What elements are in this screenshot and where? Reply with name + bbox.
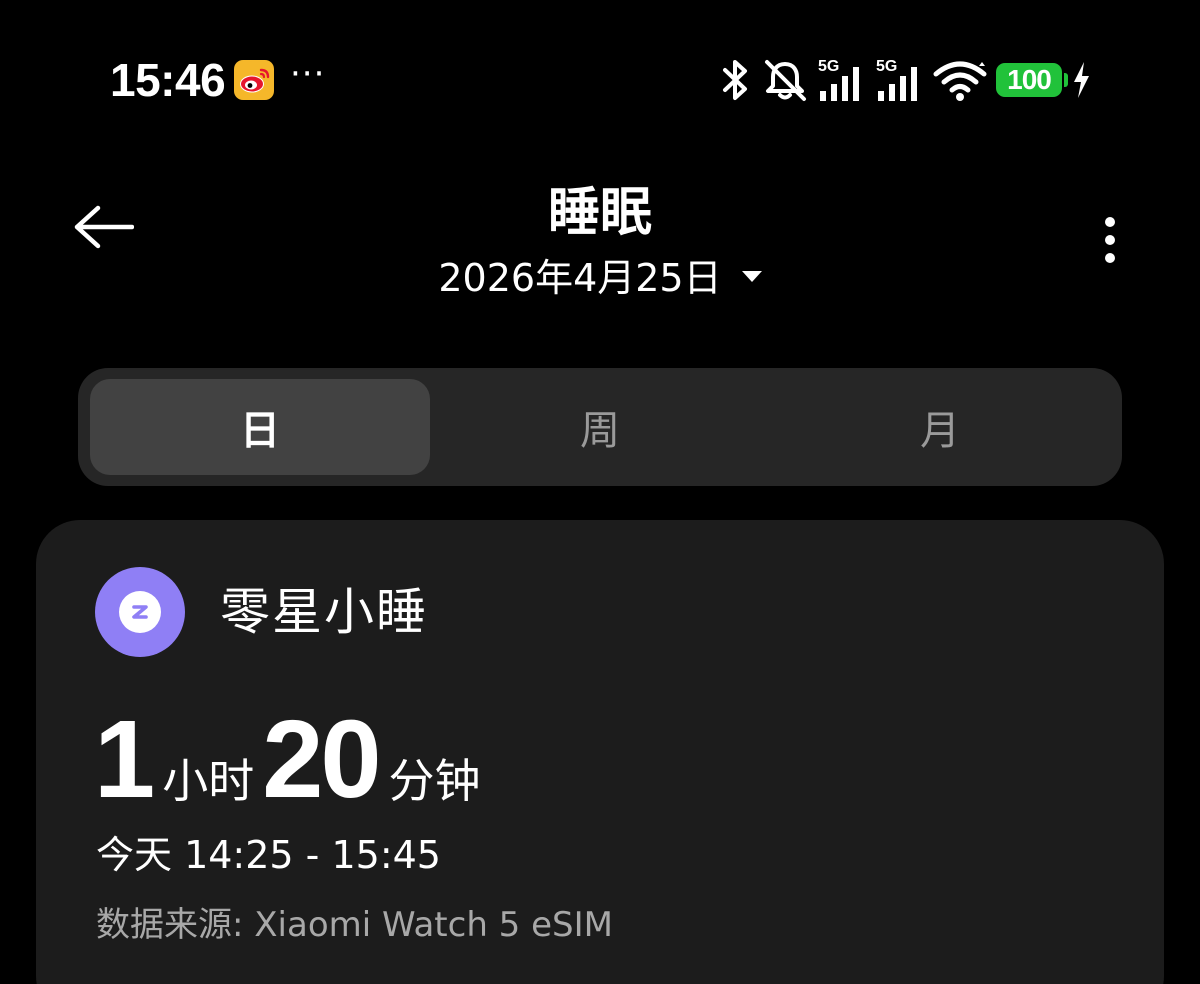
tab-day[interactable]: 日: [90, 368, 430, 486]
period-segmented-control: 日 周 月: [78, 368, 1122, 486]
tab-month[interactable]: 月: [770, 368, 1110, 486]
charging-icon: [1074, 62, 1089, 98]
card-title: 零星小睡: [220, 583, 428, 641]
chevron-down-icon: [741, 271, 762, 282]
battery-level: 100: [1007, 64, 1052, 95]
date-selector[interactable]: 2026年4月25日: [0, 252, 1200, 304]
nap-z-icon: [95, 567, 185, 657]
duration-hours-unit: 小时: [162, 754, 255, 808]
z-glyph-icon: [132, 605, 148, 619]
tab-week[interactable]: 周: [430, 368, 770, 486]
time-range: 今天 14:25 - 15:45: [96, 833, 441, 877]
signal-icon: 5G: [818, 58, 859, 101]
nap-icon-inner: [119, 591, 161, 633]
page-title: 睡眠: [547, 183, 652, 243]
network-label: 5G: [876, 58, 897, 75]
wifi-icon: [933, 61, 987, 101]
weibo-icon: [234, 60, 274, 100]
more-notifications-indicator: ···: [290, 54, 326, 94]
battery-icon: 100: [996, 63, 1068, 97]
sleep-duration: 1 小时 20 分钟: [94, 700, 489, 820]
status-icons: 5G 5G 100: [716, 54, 1092, 106]
network-label: 5G: [818, 58, 839, 75]
bluetooth-icon: [723, 60, 747, 100]
date-label: 2026年4月25日: [438, 256, 722, 300]
sleep-screen: 15:46 ··· 5G 5G 100 睡眠 2026年4月25日 日 周 月 …: [0, 0, 1200, 984]
duration-minutes: 20: [262, 698, 381, 821]
mute-bell-icon: [765, 60, 806, 101]
data-source: 数据来源: Xiaomi Watch 5 eSIM: [96, 905, 613, 945]
status-time: 15:46: [110, 54, 226, 106]
duration-minutes-unit: 分钟: [388, 754, 481, 808]
more-options-icon[interactable]: [1096, 214, 1124, 266]
duration-hours: 1: [94, 698, 155, 821]
battery-cap: [1064, 73, 1068, 87]
signal-icon: 5G: [876, 58, 917, 101]
